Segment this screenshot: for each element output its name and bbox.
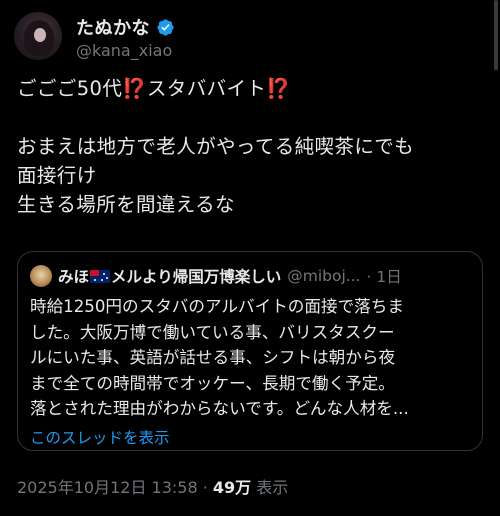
quoted-author-avatar[interactable] bbox=[30, 265, 52, 287]
quoted-author-name[interactable]: みほ メルより帰国万博楽しい bbox=[58, 265, 281, 287]
quoted-tweet-time[interactable]: · 1日 bbox=[367, 265, 402, 287]
author-avatar[interactable] bbox=[14, 12, 62, 60]
quoted-tweet-line: 落とされた理由がわからないです。どんな人材を... bbox=[30, 399, 409, 418]
author-handle[interactable]: @kana_xiao bbox=[76, 41, 172, 60]
flag-star bbox=[106, 277, 109, 279]
quoted-tweet-card[interactable]: みほ メルより帰国万博楽しい @miboj... · 1日 時給1250円のスタバ… bbox=[17, 251, 483, 451]
quoted-tweet-line: ルにいた事、英語が話せる事、シフトは朝から夜 bbox=[30, 348, 396, 367]
view-count-label: 表示 bbox=[251, 478, 289, 497]
exclamation-question-icon: ⁉️ bbox=[122, 77, 147, 100]
tweet-meta: 2025年10月12日 13:58 · 49万 表示 bbox=[17, 474, 288, 498]
quoted-tweet-line: した。大阪万博で働いている事、バリスタスクー bbox=[30, 322, 395, 342]
flag-star bbox=[101, 279, 104, 281]
view-count: 49万 bbox=[212, 478, 252, 497]
quoted-tweet-line: 時給1250円のスタバのアルバイトの面接で落ちま bbox=[30, 297, 404, 316]
flag-star bbox=[94, 279, 97, 281]
quoted-tweet-line: まで全ての時間帯でオッケー、長期で働く予定。 bbox=[30, 373, 395, 393]
quoted-author-name-part-b: メルより帰国万博楽しい bbox=[111, 268, 282, 286]
avatar-face bbox=[34, 28, 46, 42]
tweet-line-1: ごごご50代⁉️スタババイト⁉️ bbox=[17, 74, 487, 103]
tweet-line-1-part-a: ごごご50代 bbox=[17, 77, 123, 100]
flag-star bbox=[103, 273, 106, 275]
verified-badge-icon bbox=[157, 18, 174, 36]
quoted-tweet-body: 時給1250円のスタバのアルバイトの面接で落ちま した。大阪万博で働いている事、… bbox=[30, 294, 474, 422]
tweet-header: たぬかな @kana_xiao bbox=[14, 12, 484, 62]
tweet-timestamp[interactable]: 2025年10月12日 13:58 · bbox=[17, 478, 213, 497]
australia-flag-icon bbox=[90, 270, 111, 283]
show-thread-link[interactable]: このスレッドを表示 bbox=[30, 426, 170, 448]
scrollbar[interactable] bbox=[494, 0, 498, 70]
author-display-name[interactable]: たぬかな bbox=[76, 14, 150, 40]
quoted-author-name-part-a: みほ bbox=[58, 268, 90, 286]
tweet-line-1-part-b: スタババイト bbox=[146, 77, 267, 100]
quoted-author-handle[interactable]: @miboj... bbox=[287, 267, 360, 285]
tweet-text: ごごご50代⁉️スタババイト⁉️ おまえは地方で老人がやってる純喫茶にでも 面接… bbox=[17, 74, 487, 219]
exclamation-question-icon: ⁉️ bbox=[266, 77, 291, 100]
author-name-row[interactable]: たぬかな bbox=[76, 14, 175, 40]
tweet-line-2: おまえは地方で老人がやってる純喫茶にでも bbox=[17, 135, 415, 158]
flag-union-jack bbox=[90, 270, 100, 276]
quoted-tweet-header: みほ メルより帰国万博楽しい @miboj... · 1日 bbox=[30, 265, 402, 287]
tweet-line-3: 面接行け bbox=[17, 164, 97, 187]
tweet-line-4: 生きる場所を間違えるな bbox=[17, 193, 235, 216]
